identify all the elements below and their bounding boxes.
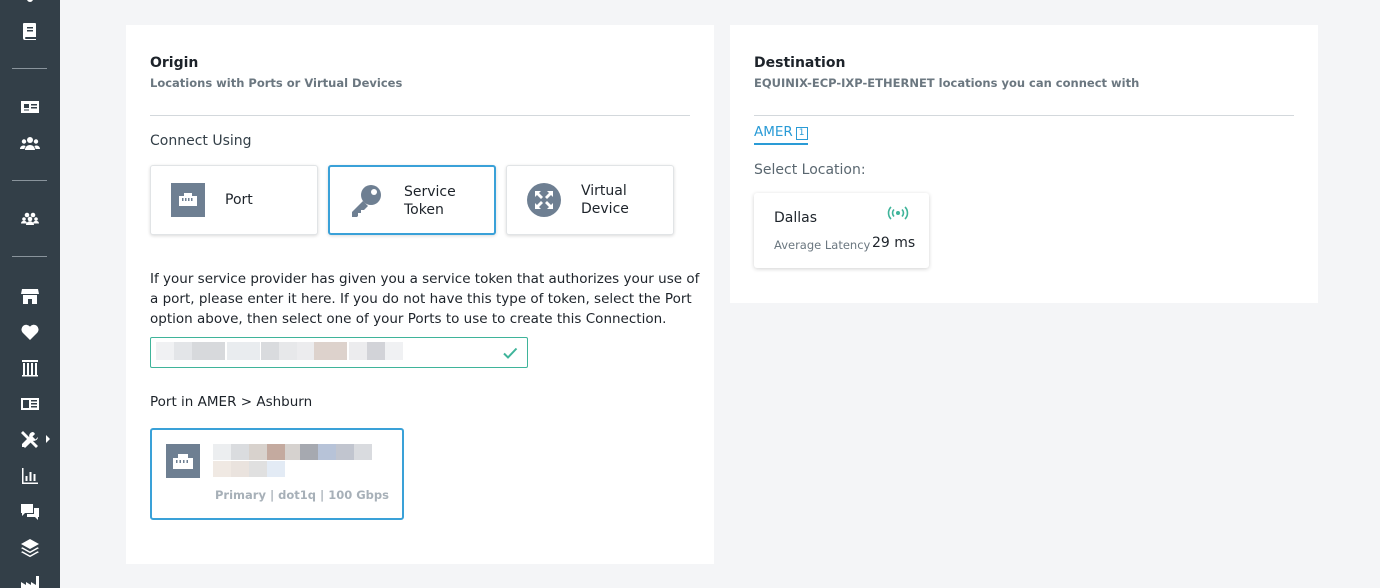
tab-amer[interactable]: AMER 1 — [754, 124, 808, 145]
port-icon — [170, 182, 206, 218]
store-icon[interactable] — [18, 284, 42, 308]
latency-label: Average Latency — [774, 238, 871, 252]
check-icon — [503, 347, 518, 359]
expand-caret-icon[interactable] — [46, 435, 50, 443]
redacted-block — [367, 342, 385, 360]
option-port-label: Port — [225, 192, 253, 208]
redacted-block — [156, 342, 174, 360]
option-virtual-device-label: Virtual Device — [581, 182, 629, 218]
sidebar-divider — [12, 68, 47, 69]
layers-icon[interactable] — [18, 536, 42, 560]
redacted-block — [354, 444, 372, 460]
redacted-block — [174, 342, 192, 360]
redacted-block — [385, 342, 403, 360]
connect-using-label: Connect Using — [150, 133, 252, 149]
redacted-block — [227, 342, 260, 360]
redacted-block — [279, 342, 297, 360]
sidebar-divider — [12, 256, 47, 257]
origin-divider — [150, 115, 690, 116]
virtual-device-icon — [526, 182, 562, 218]
service-token-help-text: If your service provider has given you a… — [150, 271, 700, 327]
redacted-block — [213, 444, 231, 460]
service-token-input[interactable] — [150, 337, 528, 368]
team-icon[interactable] — [18, 207, 42, 231]
id-card-icon[interactable] — [18, 95, 42, 119]
redacted-block — [267, 461, 285, 477]
label-line: Service — [404, 184, 456, 200]
factory-icon[interactable] — [18, 572, 42, 588]
origin-panel: Origin Locations with Ports or Virtual D… — [126, 25, 714, 564]
chat-icon[interactable] — [18, 500, 42, 524]
user-icon[interactable] — [18, 0, 42, 16]
label-line: Device — [581, 201, 629, 217]
key-icon — [349, 183, 385, 219]
redacted-block — [231, 444, 249, 460]
redacted-block — [349, 342, 367, 360]
redacted-block — [285, 444, 300, 460]
tools-icon[interactable] — [18, 428, 42, 452]
redacted-block — [336, 444, 354, 460]
option-port[interactable]: Port — [150, 165, 318, 235]
option-virtual-device[interactable]: Virtual Device — [506, 165, 674, 235]
destination-panel: Destination EQUINIX-ECP-IXP-ETHERNET loc… — [730, 25, 1318, 303]
latency-value: 29 ms — [872, 235, 916, 251]
region-count-badge: 1 — [795, 127, 808, 140]
origin-title: Origin — [150, 55, 199, 71]
users-icon[interactable] — [18, 132, 42, 156]
redacted-block — [213, 461, 231, 477]
port-card[interactable]: Primary | dot1q | 100 Gbps — [150, 428, 404, 520]
destination-divider — [754, 115, 1294, 116]
label-line: Token — [404, 202, 444, 218]
sidebar — [0, 0, 60, 588]
option-service-token-label: Service Token — [404, 183, 456, 219]
redacted-block — [314, 342, 347, 360]
option-service-token[interactable]: Service Token — [328, 165, 496, 235]
redacted-block — [261, 342, 279, 360]
location-city: Dallas — [774, 210, 818, 226]
redacted-block — [300, 444, 318, 460]
origin-subtitle: Locations with Ports or Virtual Devices — [150, 76, 403, 90]
signal-icon — [887, 206, 909, 220]
redacted-block — [249, 461, 267, 477]
port-icon — [166, 444, 200, 478]
tab-amer-label: AMER — [754, 124, 793, 140]
heart-pulse-icon[interactable] — [18, 320, 42, 344]
bar-chart-icon[interactable] — [18, 464, 42, 488]
redacted-block — [249, 444, 267, 460]
destination-title: Destination — [754, 55, 846, 71]
location-card-dallas[interactable]: Dallas Average Latency 29 ms — [754, 193, 929, 268]
destination-subtitle: EQUINIX-ECP-IXP-ETHERNET locations you c… — [754, 76, 1140, 90]
columns-icon[interactable] — [18, 356, 42, 380]
document-icon[interactable] — [18, 19, 42, 43]
redacted-block — [297, 342, 314, 360]
port-meta: Primary | dot1q | 100 Gbps — [215, 488, 389, 502]
redacted-block — [192, 342, 225, 360]
sidebar-divider — [12, 180, 47, 181]
label-line: Virtual — [581, 183, 627, 199]
redacted-block — [318, 444, 336, 460]
newspaper-icon[interactable] — [18, 392, 42, 416]
redacted-block — [267, 444, 285, 460]
redacted-block — [231, 461, 249, 477]
port-location-label: Port in AMER > Ashburn — [150, 394, 313, 410]
select-location-label: Select Location: — [754, 162, 866, 178]
